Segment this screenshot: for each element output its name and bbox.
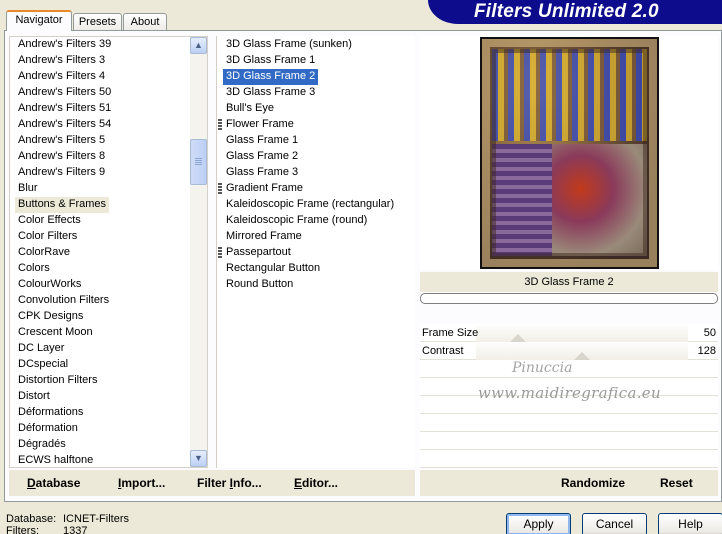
slider-thumb[interactable] (574, 352, 590, 360)
category-item[interactable]: CPK Designs (15, 309, 86, 325)
submenu-grip-icon (218, 183, 222, 194)
reset-button[interactable]: Reset (660, 476, 693, 490)
category-item[interactable]: ColorRave (15, 245, 73, 261)
preview-image (480, 37, 659, 269)
tab-navigator[interactable]: Navigator (6, 10, 72, 31)
editor-button[interactable]: Editor... (294, 476, 338, 490)
category-item[interactable]: Déformations (15, 405, 86, 421)
database-button[interactable]: Database (27, 476, 80, 490)
category-item[interactable]: Distortion Filters (15, 373, 100, 389)
filter-item[interactable]: Kaleidoscopic Frame (round) (223, 213, 370, 229)
cancel-button[interactable]: Cancel (582, 513, 647, 534)
category-item[interactable]: Colors (15, 261, 53, 277)
help-button[interactable]: Help (658, 513, 722, 534)
database-label: Database: (6, 513, 57, 525)
param-label: Contrast (422, 345, 464, 357)
category-item[interactable]: Dégradés (15, 437, 69, 453)
filter-item[interactable]: Passepartout (223, 245, 294, 261)
param-empty-row (420, 451, 718, 468)
filter-info-button[interactable]: Filter Info... (197, 476, 262, 490)
category-item[interactable]: Blur (15, 181, 41, 197)
watermark-url: www.maidiregrafica.eu (478, 384, 661, 402)
filters-status: Filters: 1337 (6, 525, 87, 534)
submenu-grip-icon (218, 119, 222, 130)
category-item[interactable]: Color Effects (15, 213, 84, 229)
apply-button[interactable]: Apply (506, 513, 571, 534)
param-empty-row (420, 415, 718, 432)
filter-item[interactable]: Rectangular Button (223, 261, 323, 277)
category-item[interactable]: ECWS halftone (15, 453, 96, 469)
filter-item[interactable]: Bull's Eye (223, 101, 277, 117)
category-item[interactable]: Andrew's Filters 39 (15, 37, 114, 53)
database-value: ICNET-Filters (63, 513, 129, 525)
tab-about[interactable]: About (123, 13, 167, 31)
app-title: Filters Unlimited 2.0 (474, 1, 659, 22)
category-item[interactable]: Andrew's Filters 3 (15, 53, 108, 69)
category-item[interactable]: ColourWorks (15, 277, 84, 293)
filter-item[interactable]: Glass Frame 2 (223, 149, 301, 165)
filter-item[interactable]: 3D Glass Frame 1 (223, 53, 318, 69)
randomize-button[interactable]: Randomize (561, 476, 625, 490)
category-item[interactable]: Buttons & Frames (15, 197, 110, 213)
category-item[interactable]: Andrew's Filters 50 (15, 85, 114, 101)
database-status: Database: ICNET-Filters (6, 513, 129, 525)
param-contrast[interactable]: Contrast 128 (420, 343, 718, 360)
category-item[interactable]: DC Layer (15, 341, 67, 357)
filters-count: 1337 (63, 525, 88, 534)
filter-item[interactable]: 3D Glass Frame 2 (223, 69, 319, 85)
param-value: 50 (703, 327, 716, 339)
submenu-grip-icon (218, 247, 222, 258)
param-label: Frame Size (422, 327, 479, 339)
category-item[interactable]: Andrew's Filters 8 (15, 149, 108, 165)
watermark-name: Pinuccia (512, 360, 573, 376)
filter-item[interactable]: 3D Glass Frame (sunken) (223, 37, 355, 53)
category-item[interactable]: Andrew's Filters 4 (15, 69, 108, 85)
category-item[interactable]: DCspecial (15, 357, 71, 373)
progress-bar (420, 293, 718, 304)
category-item[interactable]: Andrew's Filters 5 (15, 133, 108, 149)
filter-item[interactable]: Glass Frame 1 (223, 133, 301, 149)
tab-presets[interactable]: Presets (73, 13, 122, 31)
filter-item[interactable]: Kaleidoscopic Frame (rectangular) (223, 197, 397, 213)
category-item[interactable]: Distort (15, 389, 53, 405)
filters-label: Filters: (6, 525, 39, 534)
param-value: 128 (697, 345, 716, 357)
scroll-down-button[interactable]: ▼ (190, 450, 207, 467)
category-item[interactable]: Andrew's Filters 54 (15, 117, 114, 133)
filter-item[interactable]: Flower Frame (223, 117, 297, 133)
scroll-up-button[interactable]: ▲ (190, 37, 207, 54)
filter-item[interactable]: 3D Glass Frame 3 (223, 85, 318, 101)
category-item[interactable]: Color Filters (15, 229, 80, 245)
category-item[interactable]: Convolution Filters (15, 293, 112, 309)
category-scrollbar[interactable]: ▲ ▼ (190, 37, 207, 467)
import-button[interactable]: Import... (118, 476, 165, 490)
category-item[interactable]: Andrew's Filters 51 (15, 101, 114, 117)
app-title-banner: Filters Unlimited 2.0 (428, 0, 722, 24)
category-item[interactable]: Crescent Moon (15, 325, 96, 341)
slider-thumb[interactable] (510, 334, 526, 342)
filter-item[interactable]: Round Button (223, 277, 296, 293)
filter-item[interactable]: Mirrored Frame (223, 229, 305, 245)
filter-item[interactable]: Gradient Frame (223, 181, 306, 197)
contrast-slider[interactable] (476, 343, 688, 360)
category-item[interactable]: Déformation (15, 421, 81, 437)
param-frame-size[interactable]: Frame Size 50 (420, 325, 718, 342)
category-item[interactable]: Andrew's Filters 9 (15, 165, 108, 181)
scroll-thumb[interactable] (190, 139, 207, 185)
param-empty-row (420, 433, 718, 450)
filter-item[interactable]: Glass Frame 3 (223, 165, 301, 181)
selected-filter-name: 3D Glass Frame 2 (420, 272, 718, 292)
frame-size-slider[interactable] (476, 325, 688, 342)
